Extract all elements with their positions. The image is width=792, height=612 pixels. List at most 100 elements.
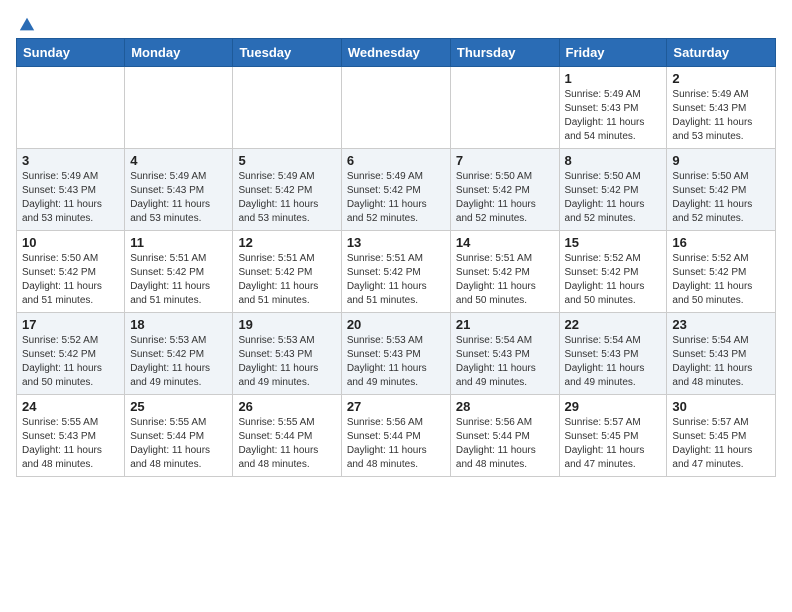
calendar-table: SundayMondayTuesdayWednesdayThursdayFrid… [16,38,776,477]
calendar-cell: 19Sunrise: 5:53 AM Sunset: 5:43 PM Dayli… [233,313,341,395]
day-info: Sunrise: 5:52 AM Sunset: 5:42 PM Dayligh… [672,252,770,308]
calendar-cell: 27 Sunrise: 5:56 AM Sunset: 5:44 PM Dayli… [341,395,450,477]
weekday-header: Tuesday [233,39,341,67]
day-info: Sunrise: 5:51 AM Sunset: 5:42 PM Dayligh… [130,252,227,308]
calendar-cell: 26 Sunrise: 5:55 AM Sunset: 5:44 PM Dayli… [233,395,341,477]
day-info: Sunrise: 5:51 AM Sunset: 5:42 PM Dayligh… [456,252,554,308]
calendar-cell: 14 Sunrise: 5:51 AM Sunset: 5:42 PM Dayli… [450,231,559,313]
logo-icon [18,16,36,34]
calendar-cell: 21 Sunrise: 5:54 AM Sunset: 5:43 PM Dayli… [450,313,559,395]
calendar-cell: 22 Sunrise: 5:54 AM Sunset: 5:43 PM Dayli… [559,313,667,395]
calendar-header-row: SundayMondayTuesdayWednesdayThursdayFrid… [17,39,776,67]
day-number: 4 [130,153,227,168]
day-info: Sunrise: 5:49 AM Sunset: 5:43 PM Dayligh… [565,88,662,144]
day-number: 20 [347,317,445,332]
day-info: Sunrise: 5:53 AM Sunset: 5:42 PM Dayligh… [130,334,227,390]
weekday-header: Wednesday [341,39,450,67]
weekday-header: Thursday [450,39,559,67]
day-info: Sunrise: 5:50 AM Sunset: 5:42 PM Dayligh… [456,170,554,226]
calendar-cell [450,67,559,149]
calendar-cell: 24 Sunrise: 5:55 AM Sunset: 5:43 PM Dayli… [17,395,125,477]
calendar-cell [233,67,341,149]
calendar-cell: 29 Sunrise: 5:57 AM Sunset: 5:45 PM Dayli… [559,395,667,477]
calendar-cell [341,67,450,149]
day-info: Sunrise: 5:55 AM Sunset: 5:44 PM Dayligh… [238,416,335,472]
day-info: Sunrise: 5:56 AM Sunset: 5:44 PM Dayligh… [347,416,445,472]
day-number: 27 [347,399,445,414]
day-info: Sunrise: 5:50 AM Sunset: 5:42 PM Dayligh… [565,170,662,226]
calendar-week-row: 10Sunrise: 5:50 AM Sunset: 5:42 PM Dayli… [17,231,776,313]
day-info: Sunrise: 5:49 AM Sunset: 5:43 PM Dayligh… [130,170,227,226]
day-number: 8 [565,153,662,168]
day-number: 22 [565,317,662,332]
day-info: Sunrise: 5:53 AM Sunset: 5:43 PM Dayligh… [347,334,445,390]
calendar-cell: 4 Sunrise: 5:49 AM Sunset: 5:43 PM Daylig… [125,149,233,231]
calendar-cell: 18 Sunrise: 5:53 AM Sunset: 5:42 PM Dayli… [125,313,233,395]
calendar-cell: 20 Sunrise: 5:53 AM Sunset: 5:43 PM Dayli… [341,313,450,395]
day-number: 21 [456,317,554,332]
day-number: 3 [22,153,119,168]
calendar-cell: 13Sunrise: 5:51 AM Sunset: 5:42 PM Dayli… [341,231,450,313]
calendar-cell: 15 Sunrise: 5:52 AM Sunset: 5:42 PM Dayli… [559,231,667,313]
weekday-header: Monday [125,39,233,67]
day-info: Sunrise: 5:54 AM Sunset: 5:43 PM Dayligh… [456,334,554,390]
day-info: Sunrise: 5:49 AM Sunset: 5:43 PM Dayligh… [22,170,119,226]
calendar-cell: 9 Sunrise: 5:50 AM Sunset: 5:42 PM Daylig… [667,149,776,231]
day-number: 9 [672,153,770,168]
day-number: 29 [565,399,662,414]
day-info: Sunrise: 5:49 AM Sunset: 5:42 PM Dayligh… [238,170,335,226]
day-number: 17 [22,317,119,332]
day-info: Sunrise: 5:54 AM Sunset: 5:43 PM Dayligh… [565,334,662,390]
calendar-cell [125,67,233,149]
day-number: 1 [565,71,662,86]
day-info: Sunrise: 5:52 AM Sunset: 5:42 PM Dayligh… [22,334,119,390]
calendar-cell: 28 Sunrise: 5:56 AM Sunset: 5:44 PM Dayli… [450,395,559,477]
page-header [16,16,776,30]
calendar-cell [17,67,125,149]
day-number: 2 [672,71,770,86]
calendar-cell: 6 Sunrise: 5:49 AM Sunset: 5:42 PM Daylig… [341,149,450,231]
day-info: Sunrise: 5:51 AM Sunset: 5:42 PM Dayligh… [347,252,445,308]
day-number: 7 [456,153,554,168]
calendar-cell: 2 Sunrise: 5:49 AM Sunset: 5:43 PM Daylig… [667,67,776,149]
day-number: 14 [456,235,554,250]
day-number: 6 [347,153,445,168]
day-info: Sunrise: 5:51 AM Sunset: 5:42 PM Dayligh… [238,252,335,308]
day-info: Sunrise: 5:55 AM Sunset: 5:44 PM Dayligh… [130,416,227,472]
day-info: Sunrise: 5:56 AM Sunset: 5:44 PM Dayligh… [456,416,554,472]
day-number: 24 [22,399,119,414]
calendar-cell: 25 Sunrise: 5:55 AM Sunset: 5:44 PM Dayli… [125,395,233,477]
day-number: 5 [238,153,335,168]
calendar-cell: 1 Sunrise: 5:49 AM Sunset: 5:43 PM Daylig… [559,67,667,149]
calendar-week-row: 1 Sunrise: 5:49 AM Sunset: 5:43 PM Daylig… [17,67,776,149]
calendar-week-row: 24 Sunrise: 5:55 AM Sunset: 5:43 PM Dayli… [17,395,776,477]
calendar-cell: 16Sunrise: 5:52 AM Sunset: 5:42 PM Dayli… [667,231,776,313]
day-number: 23 [672,317,770,332]
day-info: Sunrise: 5:54 AM Sunset: 5:43 PM Dayligh… [672,334,770,390]
day-number: 30 [672,399,770,414]
day-info: Sunrise: 5:49 AM Sunset: 5:42 PM Dayligh… [347,170,445,226]
day-info: Sunrise: 5:57 AM Sunset: 5:45 PM Dayligh… [672,416,770,472]
day-number: 15 [565,235,662,250]
day-number: 18 [130,317,227,332]
calendar-week-row: 3 Sunrise: 5:49 AM Sunset: 5:43 PM Daylig… [17,149,776,231]
logo [16,16,36,30]
day-number: 11 [130,235,227,250]
calendar-cell: 5 Sunrise: 5:49 AM Sunset: 5:42 PM Daylig… [233,149,341,231]
weekday-header: Sunday [17,39,125,67]
calendar-cell: 23 Sunrise: 5:54 AM Sunset: 5:43 PM Dayli… [667,313,776,395]
calendar-cell: 3 Sunrise: 5:49 AM Sunset: 5:43 PM Daylig… [17,149,125,231]
day-info: Sunrise: 5:52 AM Sunset: 5:42 PM Dayligh… [565,252,662,308]
calendar-cell: 7 Sunrise: 5:50 AM Sunset: 5:42 PM Daylig… [450,149,559,231]
day-info: Sunrise: 5:49 AM Sunset: 5:43 PM Dayligh… [672,88,770,144]
day-info: Sunrise: 5:50 AM Sunset: 5:42 PM Dayligh… [672,170,770,226]
calendar-cell: 17 Sunrise: 5:52 AM Sunset: 5:42 PM Dayli… [17,313,125,395]
day-info: Sunrise: 5:55 AM Sunset: 5:43 PM Dayligh… [22,416,119,472]
day-number: 19 [238,317,335,332]
weekday-header: Saturday [667,39,776,67]
day-info: Sunrise: 5:57 AM Sunset: 5:45 PM Dayligh… [565,416,662,472]
day-number: 25 [130,399,227,414]
day-number: 26 [238,399,335,414]
day-number: 28 [456,399,554,414]
calendar-cell: 12Sunrise: 5:51 AM Sunset: 5:42 PM Dayli… [233,231,341,313]
